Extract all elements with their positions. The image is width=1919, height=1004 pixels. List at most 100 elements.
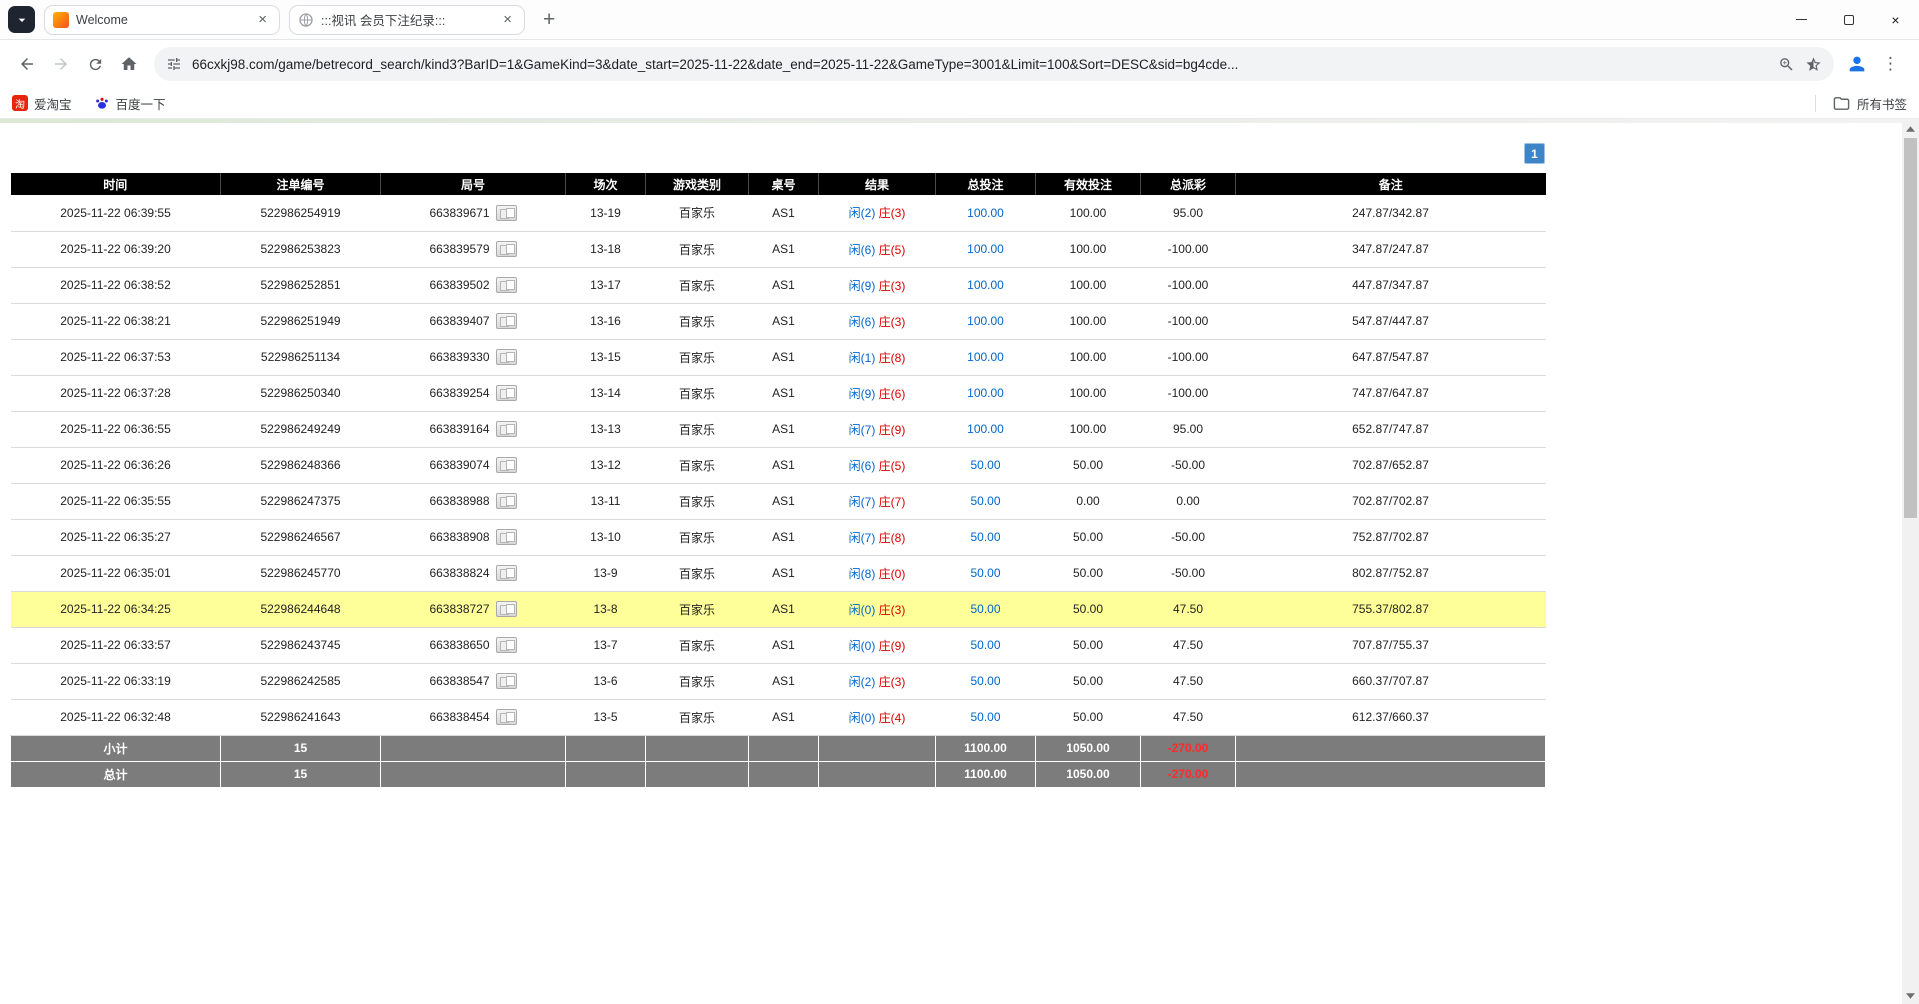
subtotal-row-cell bbox=[646, 735, 749, 761]
table-body: 2025-11-22 06:39:55522986254919663839671… bbox=[11, 195, 1546, 735]
total-bet-link[interactable]: 100.00 bbox=[967, 386, 1004, 400]
cell-time: 2025-11-22 06:32:48 bbox=[11, 699, 221, 735]
cell-valid-bet: 100.00 bbox=[1036, 195, 1141, 231]
cell-payout: -100.00 bbox=[1141, 231, 1236, 267]
round-video-icon[interactable] bbox=[496, 673, 517, 689]
cell-table: AS1 bbox=[749, 231, 819, 267]
total-row-cell: 1050.00 bbox=[1036, 761, 1141, 787]
globe-favicon-icon bbox=[298, 12, 314, 28]
new-tab-button[interactable]: + bbox=[537, 8, 561, 32]
total-bet-link[interactable]: 100.00 bbox=[967, 350, 1004, 364]
total-row-cell bbox=[749, 761, 819, 787]
cell-result: 闲(6) 庄(5) bbox=[819, 231, 936, 267]
cell-game: 百家乐 bbox=[646, 231, 749, 267]
cell-payout: -100.00 bbox=[1141, 339, 1236, 375]
bookmark-baidu[interactable]: 百度一下 bbox=[94, 94, 166, 113]
total-row-cell: 1100.00 bbox=[936, 761, 1036, 787]
round-video-icon[interactable] bbox=[496, 349, 517, 365]
round-video-icon[interactable] bbox=[496, 709, 517, 725]
url-bar[interactable]: 66cxkj98.com/game/betrecord_search/kind3… bbox=[154, 47, 1834, 81]
zoom-icon[interactable] bbox=[1778, 56, 1795, 73]
browser-menu-icon[interactable]: ⋮ bbox=[1872, 54, 1909, 74]
taobao-icon: 淘 bbox=[12, 95, 28, 111]
total-bet-link[interactable]: 50.00 bbox=[970, 710, 1000, 724]
cell-time: 2025-11-22 06:33:19 bbox=[11, 663, 221, 699]
forward-button[interactable] bbox=[44, 47, 78, 81]
round-video-icon[interactable] bbox=[496, 601, 517, 617]
url-text[interactable]: 66cxkj98.com/game/betrecord_search/kind3… bbox=[192, 57, 1768, 72]
page-1-button[interactable]: 1 bbox=[1524, 143, 1545, 164]
page-scrollbar[interactable] bbox=[1902, 120, 1919, 1004]
bookmark-taobao[interactable]: 淘 爱淘宝 bbox=[12, 94, 72, 113]
tab-close-icon[interactable]: × bbox=[254, 10, 271, 29]
cell-result: 闲(7) 庄(9) bbox=[819, 411, 936, 447]
cell-remark: 612.37/660.37 bbox=[1236, 699, 1546, 735]
round-video-icon[interactable] bbox=[496, 529, 517, 545]
round-video-icon[interactable] bbox=[496, 421, 517, 437]
back-button[interactable] bbox=[10, 47, 44, 81]
cell-valid-bet: 0.00 bbox=[1036, 483, 1141, 519]
total-bet-link[interactable]: 50.00 bbox=[970, 638, 1000, 652]
round-video-icon[interactable] bbox=[496, 313, 517, 329]
total-bet-link[interactable]: 50.00 bbox=[970, 494, 1000, 508]
cell-total-bet: 100.00 bbox=[936, 195, 1036, 231]
total-bet-link[interactable]: 50.00 bbox=[970, 674, 1000, 688]
cell-table: AS1 bbox=[749, 699, 819, 735]
total-bet-link[interactable]: 50.00 bbox=[970, 566, 1000, 580]
table-row: 2025-11-22 06:34:25522986244648663838727… bbox=[11, 591, 1546, 627]
site-info-icon[interactable] bbox=[166, 56, 182, 72]
minimize-button[interactable] bbox=[1778, 0, 1825, 40]
round-video-icon[interactable] bbox=[496, 637, 517, 653]
cell-time: 2025-11-22 06:39:20 bbox=[11, 231, 221, 267]
total-bet-link[interactable]: 50.00 bbox=[970, 458, 1000, 472]
total-bet-link[interactable]: 100.00 bbox=[967, 242, 1004, 256]
total-bet-link[interactable]: 50.00 bbox=[970, 602, 1000, 616]
cell-game: 百家乐 bbox=[646, 303, 749, 339]
cell-payout: 47.50 bbox=[1141, 699, 1236, 735]
round-video-icon[interactable] bbox=[496, 565, 517, 581]
cell-round: 663839502 bbox=[381, 267, 566, 303]
cell-payout: 47.50 bbox=[1141, 591, 1236, 627]
total-bet-link[interactable]: 50.00 bbox=[970, 530, 1000, 544]
tab-search-button[interactable] bbox=[8, 6, 35, 33]
table-row: 2025-11-22 06:35:01522986245770663838824… bbox=[11, 555, 1546, 591]
scrollbar-down-arrow[interactable] bbox=[1902, 987, 1919, 1004]
cell-session: 13-6 bbox=[566, 663, 646, 699]
cell-remark: 752.87/702.87 bbox=[1236, 519, 1546, 555]
round-video-icon[interactable] bbox=[496, 493, 517, 509]
total-bet-link[interactable]: 100.00 bbox=[967, 206, 1004, 220]
round-video-icon[interactable] bbox=[496, 385, 517, 401]
profile-button[interactable] bbox=[1842, 49, 1872, 79]
round-video-icon[interactable] bbox=[496, 205, 517, 221]
round-number: 663838547 bbox=[429, 674, 489, 688]
scrollbar-up-arrow[interactable] bbox=[1902, 120, 1919, 137]
chevron-down-icon bbox=[14, 12, 30, 28]
refresh-button[interactable] bbox=[78, 47, 112, 81]
tab-welcome[interactable]: Welcome × bbox=[44, 5, 280, 35]
round-video-icon[interactable] bbox=[496, 277, 517, 293]
maximize-button[interactable] bbox=[1825, 0, 1872, 40]
round-video-icon[interactable] bbox=[496, 241, 517, 257]
all-bookmarks[interactable]: 所有书签 bbox=[1815, 94, 1907, 113]
cell-result: 闲(0) 庄(4) bbox=[819, 699, 936, 735]
bookmark-star-icon[interactable] bbox=[1805, 56, 1822, 73]
result-banker: 庄(8) bbox=[879, 351, 906, 365]
scrollbar-thumb[interactable] bbox=[1904, 138, 1917, 518]
cell-bet-id: 522986253823 bbox=[221, 231, 381, 267]
bet-record-table: 时间注单编号局号场次游戏类别桌号结果总投注有效投注总派彩备注 2025-11-2… bbox=[10, 173, 1546, 788]
round-video-icon[interactable] bbox=[496, 457, 517, 473]
total-bet-link[interactable]: 100.00 bbox=[967, 422, 1004, 436]
total-row-cell: 总计 bbox=[11, 761, 221, 787]
tab-bet-record[interactable]: :::视讯 会员下注纪录::: × bbox=[289, 5, 525, 35]
tab-close-icon[interactable]: × bbox=[499, 10, 516, 29]
cell-bet-id: 522986241643 bbox=[221, 699, 381, 735]
close-button[interactable]: × bbox=[1872, 0, 1919, 40]
cell-game: 百家乐 bbox=[646, 699, 749, 735]
home-button[interactable] bbox=[112, 47, 146, 81]
cell-time: 2025-11-22 06:34:25 bbox=[11, 591, 221, 627]
cell-session: 13-10 bbox=[566, 519, 646, 555]
total-bet-link[interactable]: 100.00 bbox=[967, 314, 1004, 328]
total-bet-link[interactable]: 100.00 bbox=[967, 278, 1004, 292]
cell-table: AS1 bbox=[749, 375, 819, 411]
cell-time: 2025-11-22 06:35:01 bbox=[11, 555, 221, 591]
